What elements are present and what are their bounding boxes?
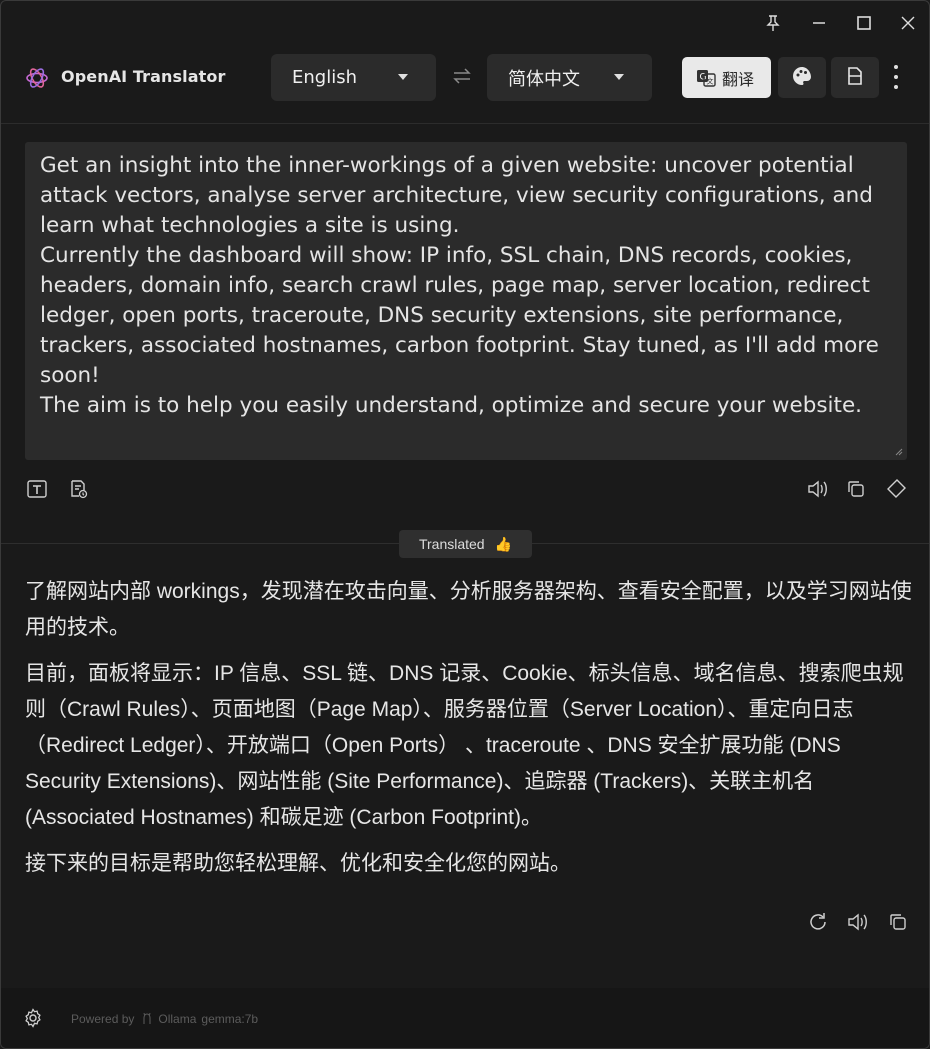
- pin-icon[interactable]: [753, 9, 793, 37]
- refresh-icon[interactable]: [805, 909, 831, 935]
- minimize-icon[interactable]: [799, 9, 839, 37]
- swap-languages-icon[interactable]: [451, 67, 473, 85]
- resize-handle-icon[interactable]: [893, 446, 903, 456]
- footer: Powered by Ollama gemma:7b: [1, 988, 929, 1048]
- app-title: OpenAI Translator: [61, 67, 226, 86]
- source-language-label: English: [292, 67, 357, 88]
- powered-by-label: Powered by: [71, 1012, 135, 1026]
- clipboard-history-icon[interactable]: [65, 476, 91, 502]
- source-paragraph: Currently the dashboard will show: IP in…: [40, 243, 879, 388]
- chevron-down-icon: [614, 74, 624, 80]
- settings-gear-icon[interactable]: [23, 1008, 43, 1028]
- speaker-icon[interactable]: [805, 476, 831, 502]
- speaker-icon[interactable]: [845, 909, 871, 935]
- svg-text:文: 文: [707, 76, 714, 85]
- translation-paragraph: 接下来的目标是帮助您轻松理解、优化和安全化您的网站。: [25, 852, 571, 875]
- translation-output: 了解网站内部 workings，发现潜在攻击向量、分析服务器架构、查看安全配置，…: [25, 574, 915, 892]
- target-language-select[interactable]: 简体中文: [487, 54, 652, 101]
- translation-paragraph: 了解网站内部 workings，发现潜在攻击向量、分析服务器架构、查看安全配置，…: [25, 580, 912, 639]
- maximize-icon[interactable]: [844, 9, 884, 37]
- powered-by: Powered by Ollama gemma:7b: [71, 1012, 258, 1026]
- source-language-select[interactable]: English: [271, 54, 436, 101]
- source-text-input[interactable]: Get an insight into the inner-workings o…: [25, 142, 907, 460]
- text-format-icon[interactable]: [24, 476, 50, 502]
- copy-icon[interactable]: [885, 909, 911, 935]
- copy-icon[interactable]: [843, 476, 869, 502]
- translate-button-label: 翻译: [722, 69, 755, 89]
- ollama-icon: [143, 1013, 151, 1024]
- translate-icon: G文: [696, 68, 716, 88]
- status-label: Translated: [418, 536, 485, 552]
- eraser-icon[interactable]: [883, 476, 909, 502]
- vocabulary-button[interactable]: [831, 57, 879, 98]
- target-language-label: 简体中文: [508, 68, 580, 90]
- source-paragraph: The aim is to help you easily understand…: [40, 393, 863, 418]
- thumbs-up-icon: 👍: [494, 535, 513, 552]
- status-badge: Translated 👍: [399, 530, 532, 558]
- openai-logo-icon: [25, 66, 49, 90]
- close-icon[interactable]: [888, 9, 928, 37]
- source-paragraph: Get an insight into the inner-workings o…: [40, 153, 873, 238]
- model-name: gemma:7b: [201, 1012, 259, 1026]
- app-window: OpenAI Translator English 简体中文 G文 翻译 Get…: [0, 0, 930, 1049]
- palette-icon: [792, 66, 812, 90]
- provider-name: Ollama: [158, 1012, 197, 1026]
- translate-button[interactable]: G文 翻译: [682, 57, 771, 98]
- toolbar: OpenAI Translator English 简体中文 G文 翻译: [1, 45, 929, 124]
- document-icon: [846, 66, 864, 89]
- chevron-down-icon: [398, 74, 408, 80]
- more-options-icon[interactable]: [887, 65, 905, 89]
- translation-paragraph: 目前，面板将显示：IP 信息、SSL 链、DNS 记录、Cookie、标头信息、…: [25, 662, 904, 829]
- theme-button[interactable]: [778, 57, 826, 98]
